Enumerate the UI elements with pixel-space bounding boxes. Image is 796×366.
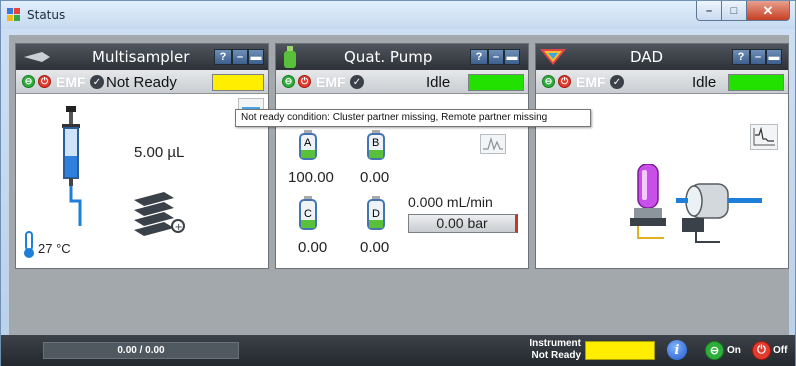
bottom-status-bar: 0.00 / 0.00 Instrument Not Ready i ⊖ On …: [1, 335, 795, 366]
on-label: On: [727, 345, 741, 356]
demo-chart-icon: [483, 136, 503, 151]
help-button[interactable]: ?: [214, 49, 232, 65]
quat-pump-module[interactable]: Quat. Pump ? – ▬ ⊖ ⏻ EMF ✓ Idle A 100.00…: [275, 43, 529, 269]
power-on-icon[interactable]: ⊖: [705, 341, 724, 360]
instrument-status-color: [585, 341, 655, 360]
run-progress: 0.00 / 0.00: [43, 342, 239, 359]
dad-module[interactable]: DAD ? – ▬ ⊖ ⏻ EMF ✓ Idle: [535, 43, 789, 269]
module-status-bar: ⊖ ⏻ EMF ✓ Not Ready: [16, 70, 268, 94]
minimize-icon: –: [705, 4, 713, 17]
off-label: Off: [773, 345, 788, 356]
module-header: Multisampler ? – ▬: [16, 44, 268, 70]
power-off-icon[interactable]: ⏻: [298, 75, 311, 88]
power-off-icon[interactable]: ⏻: [752, 341, 771, 360]
module-status-bar: ⊖ ⏻ EMF ✓ Idle: [536, 70, 788, 94]
title-bar[interactable]: Status – □ ✕: [1, 1, 795, 29]
module-title: Quat. Pump: [344, 48, 433, 66]
bottle-a-value: 100.00: [288, 169, 334, 186]
injection-volume: 5.00 µL: [134, 144, 185, 161]
bottle-letter: D: [372, 208, 380, 220]
state-color-box: [468, 74, 524, 91]
instrument-status-label: Instrument Not Ready: [513, 338, 581, 362]
flow-rate: 0.000 mL/min: [408, 194, 493, 210]
thermometer-icon: [24, 231, 34, 258]
spectrum-icon: [540, 49, 566, 65]
demo-chart-button[interactable]: [480, 134, 506, 154]
syringe-icon: [62, 106, 82, 226]
emf-indicator: EMF: [56, 74, 86, 90]
close-button[interactable]: ✕: [746, 1, 790, 21]
bottle-b-value: 0.00: [360, 169, 390, 186]
help-button[interactable]: ?: [470, 49, 488, 65]
instrument-label: Instrument: [529, 338, 581, 349]
maximize-icon: □: [730, 4, 738, 17]
module-state: Not Ready: [106, 74, 177, 91]
spectrum-view-button[interactable]: [750, 124, 778, 150]
minimize-panel-button[interactable]: –: [488, 49, 504, 65]
help-button[interactable]: ?: [732, 49, 750, 65]
bottle-letter: B: [372, 137, 380, 149]
minimize-button[interactable]: –: [696, 1, 722, 21]
power-off-icon[interactable]: ⏻: [38, 75, 51, 88]
module-header: DAD ? – ▬: [536, 44, 788, 70]
multisampler-module[interactable]: Multisampler ? – ▬ ⊖ ⏻ EMF ✓ Not Ready 2…: [15, 43, 269, 269]
power-on-icon[interactable]: ⊖: [542, 75, 555, 88]
state-color-box: [212, 74, 264, 91]
module-state: Idle: [426, 74, 451, 91]
maximize-panel-button[interactable]: ▬: [248, 49, 264, 65]
bottle-d-icon: D: [366, 196, 386, 230]
check-icon: ✓: [610, 75, 624, 89]
info-icon[interactable]: i: [667, 340, 687, 360]
lamp-icon: [630, 164, 666, 239]
module-status-bar: ⊖ ⏻ EMF ✓ Idle: [276, 70, 528, 94]
check-icon: ✓: [90, 75, 104, 89]
emf-indicator: EMF: [576, 74, 606, 90]
check-icon: ✓: [350, 75, 364, 89]
bottle-b-icon: B: [366, 130, 386, 160]
bottle-a-icon: A: [298, 130, 318, 160]
arrow-icon: [24, 52, 50, 62]
signal-plot-icon: [753, 126, 775, 146]
pressure-readout[interactable]: 0.00 bar: [408, 214, 518, 233]
minimize-panel-button[interactable]: –: [232, 49, 248, 65]
close-icon: ✕: [762, 2, 774, 18]
power-off-icon[interactable]: ⏻: [558, 75, 571, 88]
bottle-icon: [284, 46, 296, 68]
module-title: DAD: [630, 48, 664, 66]
maximize-button[interactable]: □: [721, 1, 747, 21]
bottle-letter: C: [304, 208, 312, 220]
modules-area: Multisampler ? – ▬ ⊖ ⏻ EMF ✓ Not Ready 2…: [9, 35, 789, 335]
status-window: Status – □ ✕ Multisampler ? – ▬ ⊖ ⏻ EMF …: [0, 0, 796, 366]
module-title: Multisampler: [92, 48, 190, 66]
instrument-state-label: Not Ready: [531, 350, 581, 361]
power-on-icon[interactable]: ⊖: [282, 75, 295, 88]
minimize-panel-button[interactable]: –: [750, 49, 766, 65]
bottle-c-icon: C: [298, 196, 318, 230]
flow-cell-icon: [676, 183, 762, 243]
not-ready-tooltip: Not ready condition: Cluster partner mis…: [235, 109, 591, 127]
module-header: Quat. Pump ? – ▬: [276, 44, 528, 70]
bottle-d-value: 0.00: [360, 239, 390, 256]
temperature-value: 27 °C: [38, 241, 71, 256]
window-title: Status: [27, 8, 66, 22]
emf-indicator: EMF: [316, 74, 346, 90]
svg-text:+: +: [175, 222, 183, 233]
sample-tray-icon: +: [134, 192, 185, 236]
bottle-letter: A: [304, 137, 312, 149]
state-color-box: [728, 74, 784, 91]
bottle-c-value: 0.00: [298, 239, 328, 256]
module-state: Idle: [692, 74, 717, 91]
app-icon: [7, 8, 21, 22]
maximize-panel-button[interactable]: ▬: [504, 49, 520, 65]
power-on-icon[interactable]: ⊖: [22, 75, 35, 88]
maximize-panel-button[interactable]: ▬: [766, 49, 782, 65]
